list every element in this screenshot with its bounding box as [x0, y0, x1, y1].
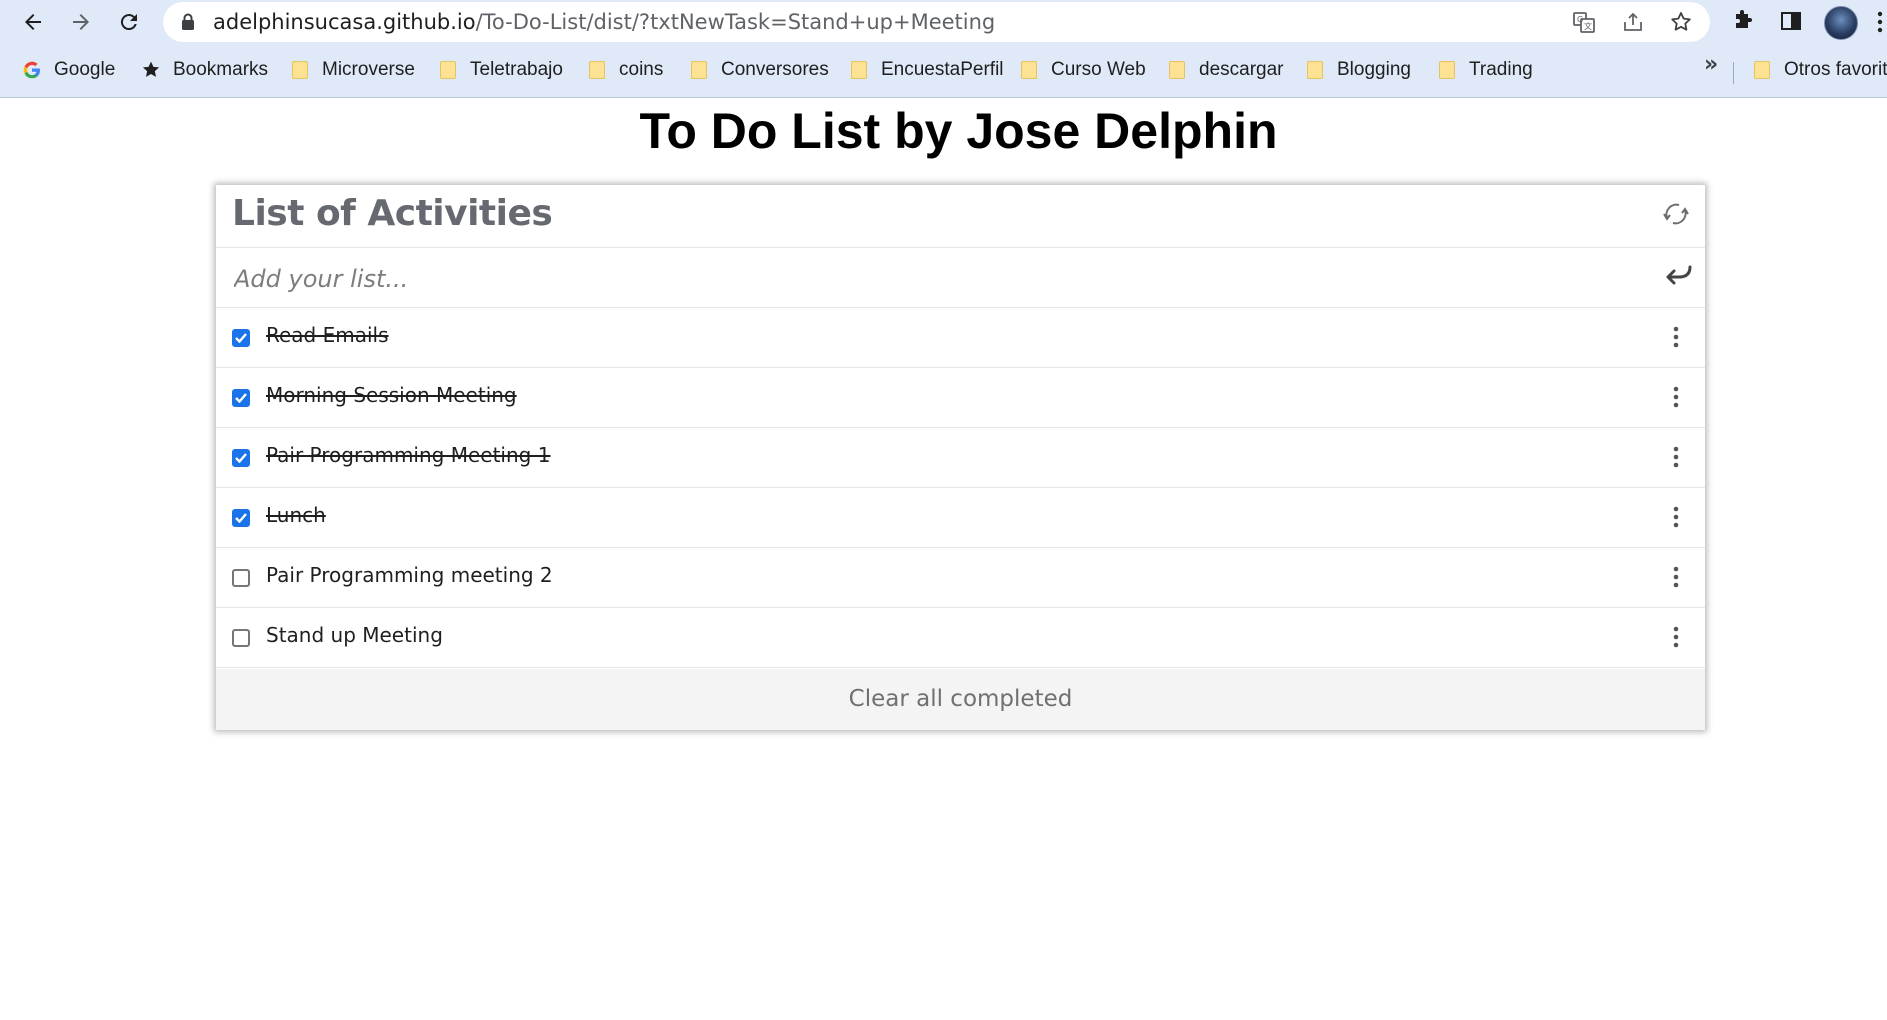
folder-icon	[1752, 60, 1772, 80]
task-item: Pair Programming Meeting 1	[216, 428, 1705, 488]
todo-card: List of Activities Read Emails Morning S…	[216, 185, 1705, 730]
enter-return-icon[interactable]	[1663, 264, 1693, 288]
todo-footer: Clear all completed	[216, 669, 1705, 730]
task-checkbox[interactable]	[232, 509, 250, 527]
side-panel-icon[interactable]	[1777, 7, 1805, 35]
bookmark-star-icon[interactable]	[1668, 9, 1694, 35]
folder-icon	[849, 60, 869, 80]
task-options-icon[interactable]	[1673, 566, 1679, 588]
back-button[interactable]	[14, 3, 52, 41]
folder-icon	[1437, 60, 1457, 80]
folder-icon	[1305, 60, 1325, 80]
bookmark-google[interactable]: Google	[22, 56, 115, 84]
folder-icon	[587, 60, 607, 80]
address-bar[interactable]: adelphinsucasa.github.io/To-Do-List/dist…	[163, 2, 1710, 42]
bookmark-folder-teletrabajo[interactable]: Teletrabajo	[438, 56, 563, 84]
bookmark-folder-coins[interactable]: coins	[587, 56, 663, 84]
url-path: /To-Do-List/dist/?txtNewTask=Stand+up+Me…	[475, 10, 996, 34]
more-bookmarks-chevron-icon[interactable]: »	[1704, 52, 1718, 77]
extensions-puzzle-icon[interactable]	[1729, 7, 1757, 35]
bookmarks-separator	[1733, 62, 1734, 84]
folder-icon	[689, 60, 709, 80]
task-item: Morning Session Meeting	[216, 368, 1705, 428]
lock-icon[interactable]	[181, 13, 195, 31]
add-task-input[interactable]	[232, 258, 1616, 300]
bookmark-label: Trading	[1469, 59, 1533, 80]
task-checkbox[interactable]	[232, 449, 250, 467]
task-options-icon[interactable]	[1673, 326, 1679, 348]
task-item: Stand up Meeting	[216, 608, 1705, 668]
reload-icon	[120, 14, 137, 31]
task-item: Pair Programming meeting 2	[216, 548, 1705, 608]
task-checkbox[interactable]	[232, 569, 250, 587]
task-item: Lunch	[216, 488, 1705, 548]
folder-icon	[1167, 60, 1187, 80]
bookmark-folder-other[interactable]: Otros favorit	[1752, 56, 1887, 84]
bookmark-label: coins	[619, 59, 664, 80]
bookmark-label: Conversores	[721, 59, 829, 80]
bookmark-folder-encuestaperfil[interactable]: EncuestaPerfil	[849, 56, 1004, 84]
task-label[interactable]: Lunch	[266, 503, 326, 527]
bookmark-label: Bookmarks	[173, 59, 269, 80]
back-arrow-icon	[25, 14, 41, 30]
reload-button[interactable]	[110, 3, 148, 41]
task-checkbox[interactable]	[232, 629, 250, 647]
page-title: To Do List by Jose Delphin	[639, 103, 1278, 159]
browser-menu-icon[interactable]	[1876, 10, 1884, 34]
bookmark-label: Blogging	[1337, 59, 1411, 80]
bookmark-folder-blogging[interactable]: Blogging	[1305, 56, 1411, 84]
task-checkbox[interactable]	[232, 329, 250, 347]
clear-completed-button[interactable]: Clear all completed	[216, 669, 1705, 730]
task-label[interactable]: Pair Programming meeting 2	[266, 563, 553, 587]
star-icon	[141, 60, 161, 80]
url-text[interactable]: adelphinsucasa.github.io/To-Do-List/dist…	[213, 2, 995, 42]
bookmark-label: Google	[54, 59, 116, 80]
task-label[interactable]: Stand up Meeting	[266, 623, 443, 647]
bookmark-folder-conversores[interactable]: Conversores	[689, 56, 829, 84]
bookmark-label: Curso Web	[1051, 59, 1146, 80]
svg-text:G: G	[1577, 15, 1583, 24]
task-item: Read Emails	[216, 308, 1705, 368]
url-host: adelphinsucasa.github.io	[213, 10, 476, 34]
task-label[interactable]: Pair Programming Meeting 1	[266, 443, 550, 467]
task-options-icon[interactable]	[1673, 446, 1679, 468]
browser-chrome: adelphinsucasa.github.io/To-Do-List/dist…	[0, 0, 1887, 98]
todo-title: List of Activities	[232, 193, 553, 234]
google-icon	[22, 60, 42, 80]
add-task-row	[216, 248, 1705, 308]
folder-icon	[1019, 60, 1039, 80]
forward-arrow-icon	[73, 14, 89, 30]
task-options-icon[interactable]	[1673, 506, 1679, 528]
svg-text:文: 文	[1584, 21, 1592, 31]
bookmark-label: Microverse	[322, 59, 415, 80]
bookmark-folder-microverse[interactable]: Microverse	[290, 56, 415, 84]
translate-icon[interactable]: G文	[1571, 9, 1597, 35]
task-options-icon[interactable]	[1673, 386, 1679, 408]
bookmark-bookmarks[interactable]: Bookmarks	[141, 56, 268, 84]
bookmark-folder-curso-web[interactable]: Curso Web	[1019, 56, 1146, 84]
profile-avatar[interactable]	[1824, 6, 1858, 40]
folder-icon	[290, 60, 310, 80]
todo-header: List of Activities	[216, 185, 1705, 248]
browser-toolbar: adelphinsucasa.github.io/To-Do-List/dist…	[0, 0, 1887, 45]
forward-button[interactable]	[62, 3, 100, 41]
bookmark-label: Teletrabajo	[470, 59, 563, 80]
bookmark-folder-descargar[interactable]: descargar	[1167, 56, 1284, 84]
task-label[interactable]: Read Emails	[266, 323, 389, 347]
task-checkbox[interactable]	[232, 389, 250, 407]
task-label[interactable]: Morning Session Meeting	[266, 383, 517, 407]
bookmark-label: descargar	[1199, 59, 1284, 80]
bookmark-label: Otros favorit	[1784, 59, 1887, 80]
bookmark-folder-trading[interactable]: Trading	[1437, 56, 1533, 84]
refresh-icon[interactable]	[1661, 199, 1691, 229]
task-options-icon[interactable]	[1673, 626, 1679, 648]
bookmark-label: EncuestaPerfil	[881, 59, 1004, 80]
folder-icon	[438, 60, 458, 80]
share-icon[interactable]	[1620, 9, 1646, 35]
bookmarks-bar: Google Bookmarks Microverse Teletrabajo …	[0, 50, 1887, 90]
